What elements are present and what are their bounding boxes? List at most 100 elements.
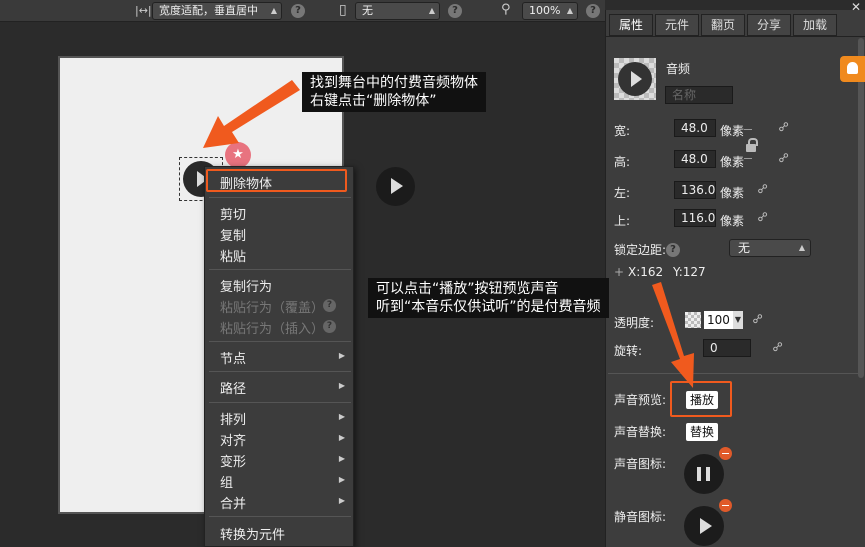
menu-item-align[interactable]: 对齐	[220, 430, 246, 449]
lock-margin-value: 无	[738, 241, 751, 255]
chevron-down-icon[interactable]: ▼	[733, 311, 743, 329]
help-icon[interactable]: ?	[586, 4, 600, 18]
remove-icon[interactable]	[719, 447, 732, 460]
pause-icon[interactable]	[684, 454, 724, 494]
submenu-arrow-icon: ▶	[338, 433, 345, 442]
help-icon[interactable]: ?	[666, 243, 680, 257]
zoom-value: 100%	[529, 4, 561, 17]
mute-icon-label: 静音图标:	[614, 510, 667, 524]
pause-bar	[706, 467, 710, 481]
fit-mode-select[interactable]: 宽度适配，垂直居中 ▲	[152, 2, 282, 20]
menu-item-copy-behavior[interactable]: 复制行为	[220, 276, 272, 295]
help-icon[interactable]: ?	[448, 4, 462, 18]
menu-item-convert-to-component[interactable]: 转换为元件	[220, 524, 285, 543]
play-icon	[618, 62, 652, 96]
unit-label: 像素	[720, 155, 745, 169]
fit-mode-value: 宽度适配，垂直居中	[159, 4, 258, 17]
menu-divider	[209, 371, 351, 372]
width-label: 宽:	[614, 124, 631, 138]
device-value: 无	[362, 4, 373, 17]
menu-item-node[interactable]: 节点	[220, 348, 246, 367]
menu-item-cut[interactable]: 剪切	[220, 204, 246, 223]
submenu-arrow-icon: ▶	[338, 381, 345, 390]
top-label: 上:	[614, 214, 631, 228]
rotation-label: 旋转:	[614, 344, 643, 358]
zoom-select[interactable]: 100% ▲	[522, 2, 578, 20]
name-input[interactable]: 名称	[665, 86, 733, 104]
submenu-arrow-icon: ▶	[338, 351, 345, 360]
highlight-box-play	[670, 381, 732, 417]
remove-icon[interactable]	[719, 499, 732, 512]
tab-loading[interactable]: 加载	[793, 14, 837, 36]
tab-divider	[605, 36, 865, 37]
object-type-label: 音频	[666, 62, 691, 76]
lock-margin-select[interactable]: 无 ▲	[729, 239, 811, 257]
menu-item-copy[interactable]: 复制	[220, 225, 246, 244]
menu-divider	[209, 269, 351, 270]
menu-item-path[interactable]: 路径	[220, 378, 246, 397]
menu-item-paste[interactable]: 粘贴	[220, 246, 246, 265]
tab-page-turn[interactable]: 翻页	[701, 14, 745, 36]
menu-item-paste-behavior-insert: 粘贴行为（插入）	[220, 322, 325, 337]
context-menu: 删除物体 剪切 复制 粘贴 复制行为 粘贴行为（覆盖） ? 粘贴行为（插入） ?…	[204, 166, 354, 547]
chevron-updown-icon: ▲	[566, 6, 573, 15]
top-toolbar: |↔| 宽度适配，垂直居中 ▲ ? ▯ 无 ▲ ? ⚲ 100% ▲ ?	[0, 0, 605, 22]
bell-icon[interactable]	[840, 56, 865, 82]
menu-divider	[209, 197, 351, 198]
left-input[interactable]: 136.0	[674, 181, 716, 199]
submenu-arrow-icon: ▶	[338, 475, 345, 484]
chevron-updown-icon: ▲	[428, 6, 435, 15]
magnifier-icon: ⚲	[501, 2, 511, 17]
sound-icon-label: 声音图标:	[614, 457, 667, 471]
menu-item-group[interactable]: 组	[220, 472, 233, 491]
menu-item-arrange[interactable]: 排列	[220, 409, 246, 428]
top-input[interactable]: 116.0	[674, 209, 716, 227]
callout-delete-hint: 找到舞台中的付费音频物体 右键点击“删除物体”	[302, 72, 486, 112]
unit-label: 像素	[720, 124, 745, 138]
unit-label: 像素	[720, 214, 745, 228]
chevron-updown-icon: ▲	[798, 243, 805, 252]
tab-components[interactable]: 元件	[655, 14, 699, 36]
menu-divider	[209, 516, 351, 517]
aspect-bracket	[744, 129, 752, 130]
sound-replace-label: 声音替换:	[614, 425, 667, 439]
menu-divider	[209, 341, 351, 342]
play-icon	[376, 167, 415, 206]
panel-scrollbar[interactable]	[858, 38, 864, 378]
height-input[interactable]: 48.0	[674, 150, 716, 168]
lock-margin-label: 锁定边距:	[614, 243, 667, 257]
height-label: 高:	[614, 155, 631, 169]
opacity-input[interactable]: 100	[704, 311, 734, 329]
left-label: 左:	[614, 186, 631, 200]
position-y-readout: Y:127	[673, 265, 706, 279]
submenu-arrow-icon: ▶	[338, 454, 345, 463]
replace-button[interactable]: 替换	[686, 423, 718, 441]
menu-item-transform[interactable]: 变形	[220, 451, 246, 470]
pause-bar	[697, 467, 701, 481]
menu-item-merge[interactable]: 合并	[220, 493, 246, 512]
rotation-input[interactable]: 0	[703, 339, 751, 357]
phone-icon: ▯	[339, 2, 347, 18]
help-icon[interactable]: ?	[291, 4, 305, 18]
play-icon[interactable]	[684, 506, 724, 546]
play-triangle	[700, 518, 712, 534]
transparency-swatch	[685, 312, 701, 328]
audio-thumbnail	[614, 58, 656, 100]
position-x-readout: X:162	[628, 265, 664, 279]
sound-preview-label: 声音预览:	[614, 393, 667, 407]
device-select[interactable]: 无 ▲	[355, 2, 440, 20]
chevron-updown-icon: ▲	[270, 6, 277, 15]
menu-divider	[209, 402, 351, 403]
menu-item-paste-behavior-overwrite: 粘贴行为（覆盖）	[220, 301, 325, 316]
highlight-box-delete	[206, 169, 347, 192]
width-input[interactable]: 48.0	[674, 119, 716, 137]
help-icon: ?	[323, 299, 336, 312]
fit-width-icon: |↔|	[135, 4, 152, 17]
lock-icon[interactable]	[746, 138, 758, 152]
tab-properties[interactable]: 属性	[609, 14, 653, 36]
star-badge-icon: ★	[225, 142, 251, 168]
aspect-bracket	[744, 158, 752, 159]
tab-share[interactable]: 分享	[747, 14, 791, 36]
submenu-arrow-icon: ▶	[338, 412, 345, 421]
close-icon[interactable]: ✕	[851, 0, 861, 14]
